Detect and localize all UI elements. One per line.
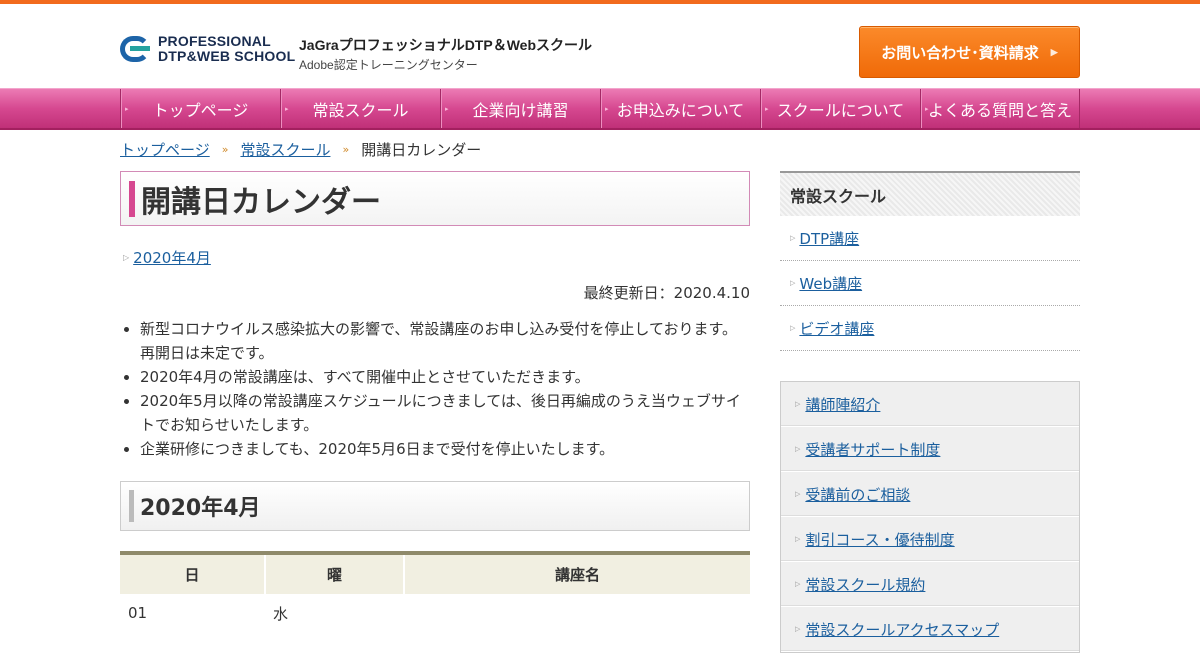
month-anchor: ▷ 2020年4月 xyxy=(123,247,750,268)
table-cell-weekday: 水 xyxy=(273,604,289,623)
global-nav: ▸ トップページ ▸ 常設スクール ▸ 企業向け講習 ▸ お申込みについて ▸ スクールに… xyxy=(0,88,1200,130)
main-content: 開講日カレンダー ▷ 2020年4月 最終更新日：2020.4.10 新型コロナ… xyxy=(120,171,750,632)
nav-item-label: お申込みについて xyxy=(616,100,745,120)
sidebar-link-label[interactable]: 受講者サポート制度 xyxy=(805,439,940,460)
nav-item-label: 企業向け講習 xyxy=(472,100,569,120)
sidebar-link-instructors[interactable]: ▷ 講師陣紹介 xyxy=(781,382,1079,427)
table-row: 01 水 xyxy=(120,594,750,632)
section-title: 2020年4月 xyxy=(140,496,261,521)
notice-list: 新型コロナウイルス感染拡大の影響で、常設講座のお申し込み受付を停止しております。… xyxy=(120,317,750,461)
contact-button[interactable]: お問い合わせ･資料請求 ▶ xyxy=(859,26,1080,78)
breadcrumb-separator-icon: » xyxy=(221,143,229,156)
logo-mark-icon xyxy=(120,34,154,64)
triangle-right-icon: ▷ xyxy=(790,324,796,332)
nav-item-faq[interactable]: ▸ よくある質問と答え xyxy=(920,89,1080,128)
notice-item: 新型コロナウイルス感染拡大の影響で、常設講座のお申し込み受付を停止しております。… xyxy=(140,317,750,365)
notice-item: 2020年4月の常設講座は、すべて開催中止とさせていただきます。 xyxy=(140,365,750,389)
nav-tick-icon: ▸ xyxy=(445,105,449,113)
sidebar-link-label[interactable]: 講師陣紹介 xyxy=(805,394,880,415)
triangle-right-icon: ▷ xyxy=(795,445,801,453)
nav-tick-icon: ▸ xyxy=(765,105,769,113)
section-accent-bar xyxy=(129,490,134,522)
title-accent-bar xyxy=(129,180,135,217)
breadcrumb-link-school[interactable]: 常設スクール xyxy=(240,139,330,160)
nav-item-label: よくある質問と答え xyxy=(927,100,1072,120)
sidebar-item-label[interactable]: DTP講座 xyxy=(799,228,859,249)
nav-tick-icon: ▸ xyxy=(285,105,289,113)
calendar-table: 日 曜 講座名 01 水 xyxy=(120,551,750,632)
page-title: 開講日カレンダー xyxy=(141,184,381,220)
sidebar-link-terms[interactable]: ▷ 常設スクール規約 xyxy=(781,562,1079,607)
sidebar-item-web[interactable]: ▷ Web講座 xyxy=(780,261,1080,306)
notice-item: 2020年5月以降の常設講座スケジュールにつきましては、後日再編成のうえ当ウェブ… xyxy=(140,389,750,437)
nav-item-apply[interactable]: ▸ お申込みについて xyxy=(600,89,760,128)
table-header-row: 日 曜 講座名 xyxy=(120,553,750,594)
logo-line2: DTP&WEB SCHOOL xyxy=(158,48,296,64)
triangle-right-icon: ▷ xyxy=(795,490,801,498)
sidebar-link-discounts[interactable]: ▷ 割引コース・優待制度 xyxy=(781,517,1079,562)
month-link[interactable]: 2020年4月 xyxy=(133,247,211,268)
nav-tick-icon: ▸ xyxy=(605,105,609,113)
logo[interactable]: PROFESSIONAL DTP&WEB SCHOOL xyxy=(120,34,295,64)
sidebar-link-consultation[interactable]: ▷ 受講前のご相談 xyxy=(781,472,1079,517)
triangle-right-icon: ▷ xyxy=(123,253,130,262)
triangle-right-icon: ▷ xyxy=(790,279,796,287)
nav-item-about[interactable]: ▸ スクールについて xyxy=(760,89,920,128)
site-title: JaGraプロフェッショナルDTP＆Webスクール xyxy=(299,37,592,53)
sidebar-link-label[interactable]: 常設スクールアクセスマップ xyxy=(805,619,999,640)
nav-item-top[interactable]: ▸ トップページ xyxy=(120,89,280,128)
sidebar-item-dtp[interactable]: ▷ DTP講座 xyxy=(780,216,1080,261)
sidebar: 常設スクール ▷ DTP講座 ▷ Web講座 ▷ ビデオ講座 ▷ 講師陣紹介 ▷ 受講者サ… xyxy=(780,171,1080,653)
sidebar-title: 常設スクール xyxy=(780,171,1080,216)
table-cell-course xyxy=(404,594,750,632)
triangle-right-icon: ▷ xyxy=(795,625,801,633)
section-title-box: 2020年4月 xyxy=(120,481,750,531)
nav-item-label: 常設スクール xyxy=(312,100,409,120)
logo-text: PROFESSIONAL DTP&WEB SCHOOL xyxy=(158,34,295,64)
column-header-course: 講座名 xyxy=(404,553,750,594)
sidebar-link-support[interactable]: ▷ 受講者サポート制度 xyxy=(781,427,1079,472)
site-title-block: JaGraプロフェッショナルDTP＆Webスクール Adobe認定トレーニングセ… xyxy=(299,35,592,73)
nav-tick-icon: ▸ xyxy=(125,105,129,113)
sidebar-link-label[interactable]: 常設スクール規約 xyxy=(805,574,925,595)
site-subtitle: Adobe認定トレーニングセンター xyxy=(299,58,478,72)
triangle-right-icon: ▷ xyxy=(790,234,796,242)
breadcrumb-link-top[interactable]: トップページ xyxy=(120,139,210,160)
sidebar-course-list: ▷ DTP講座 ▷ Web講座 ▷ ビデオ講座 xyxy=(780,216,1080,351)
breadcrumb-current: 開講日カレンダー xyxy=(361,141,482,159)
sidebar-item-label[interactable]: Web講座 xyxy=(799,273,862,294)
sidebar-info-box: ▷ 講師陣紹介 ▷ 受講者サポート制度 ▷ 受講前のご相談 ▷ 割引コース・優待制度 ▷… xyxy=(780,381,1080,653)
notice-item: 企業研修につきましても、2020年5月6日まで受付を停止いたします。 xyxy=(140,437,750,461)
contact-button-label: お問い合わせ･資料請求 xyxy=(881,44,1039,62)
sidebar-link-label[interactable]: 受講前のご相談 xyxy=(805,484,910,505)
nav-item-corporate[interactable]: ▸ 企業向け講習 xyxy=(440,89,600,128)
breadcrumb: トップページ » 常設スクール » 開講日カレンダー xyxy=(120,139,481,160)
table-cell-day: 01 xyxy=(128,604,148,622)
nav-item-label: トップページ xyxy=(152,100,249,120)
nav-tick-icon: ▸ xyxy=(925,105,929,113)
nav-item-label: スクールについて xyxy=(776,100,905,120)
sidebar-item-label[interactable]: ビデオ講座 xyxy=(799,318,874,339)
sidebar-link-label[interactable]: 割引コース・優待制度 xyxy=(805,529,954,550)
breadcrumb-separator-icon: » xyxy=(342,143,350,156)
triangle-right-icon: ▷ xyxy=(795,580,801,588)
triangle-right-icon: ▷ xyxy=(795,535,801,543)
logo-line1: PROFESSIONAL xyxy=(158,33,271,49)
column-header-weekday: 曜 xyxy=(265,553,405,594)
sidebar-item-video[interactable]: ▷ ビデオ講座 xyxy=(780,306,1080,351)
column-header-day: 日 xyxy=(120,553,266,594)
nav-item-school[interactable]: ▸ 常設スクール xyxy=(280,89,440,128)
last-updated: 最終更新日：2020.4.10 xyxy=(583,284,750,302)
header: PROFESSIONAL DTP&WEB SCHOOL JaGraプロフェッショ… xyxy=(0,4,1200,88)
page-title-box: 開講日カレンダー xyxy=(120,171,750,226)
triangle-right-icon: ▷ xyxy=(795,400,801,408)
chevron-right-icon: ▶ xyxy=(1050,46,1058,57)
